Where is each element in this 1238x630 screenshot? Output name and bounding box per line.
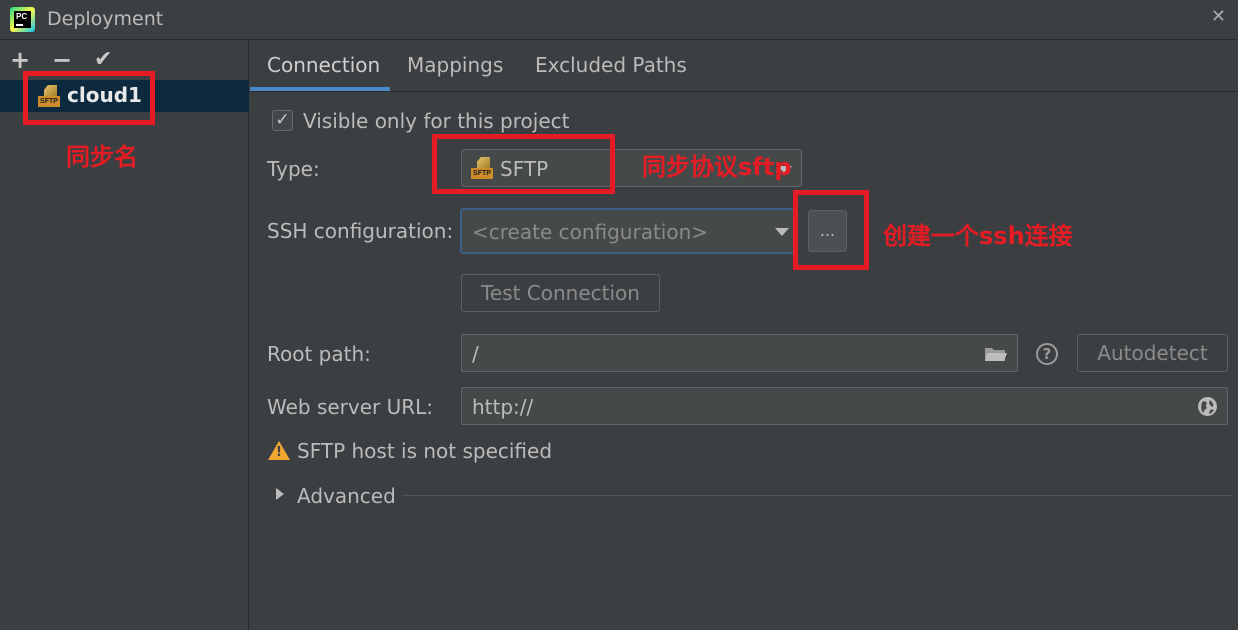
add-server-button[interactable]: + [10,47,30,73]
annotation-box-server [23,71,155,125]
ssh-config-placeholder: <create configuration> [472,220,709,244]
window-title: Deployment [47,8,164,30]
visible-only-label: Visible only for this project [303,109,570,133]
ssh-config-label: SSH configuration: [267,219,454,243]
folder-icon[interactable] [985,346,1007,362]
expand-arrow-icon[interactable] [276,488,284,500]
annotation-ssh: 创建一个ssh连接 [883,222,1073,250]
root-path-label: Root path: [267,342,371,366]
annotation-box-ssh [793,190,869,270]
advanced-separator [402,495,1233,496]
web-url-label: Web server URL: [267,395,434,419]
type-label: Type: [267,157,320,181]
close-icon[interactable]: ✕ [1211,6,1226,27]
title-bar: PC Deployment ✕ [0,0,1238,40]
root-path-value: / [472,342,479,366]
tab-mappings[interactable]: Mappings [407,53,503,77]
pycharm-icon: PC [10,7,35,32]
annotation-type: 同步协议sftp [642,153,792,181]
advanced-section-toggle[interactable]: Advanced [297,484,396,508]
settings-tabs: Connection Mappings Excluded Paths [250,41,1238,92]
root-path-field[interactable]: / [461,334,1018,372]
warning-text: SFTP host is not specified [297,439,553,463]
annotation-box-type [432,134,615,194]
annotation-server-name: 同步名 [66,143,138,171]
globe-icon[interactable] [1198,397,1217,416]
remove-server-button[interactable]: − [52,47,72,73]
help-icon[interactable]: ? [1036,343,1058,365]
tab-selected-indicator [250,87,390,91]
ssh-config-dropdown[interactable]: <create configuration> [460,208,796,254]
autodetect-button[interactable]: Autodetect [1077,334,1228,372]
web-url-value: http:// [472,395,534,419]
tab-excluded-paths[interactable]: Excluded Paths [535,53,687,77]
apply-default-button[interactable]: ✔ [94,47,112,73]
tab-connection[interactable]: Connection [267,53,380,77]
warning-icon-mark: ! [276,445,282,460]
app-icon-text: PC [16,12,28,21]
server-list-panel: + − ✔ SFTP cloud1 [0,41,249,630]
web-url-field[interactable]: http:// [461,387,1228,425]
chevron-down-icon [775,228,789,236]
test-connection-button[interactable]: Test Connection [461,274,660,312]
visible-only-checkbox[interactable]: ✓ [272,110,293,131]
